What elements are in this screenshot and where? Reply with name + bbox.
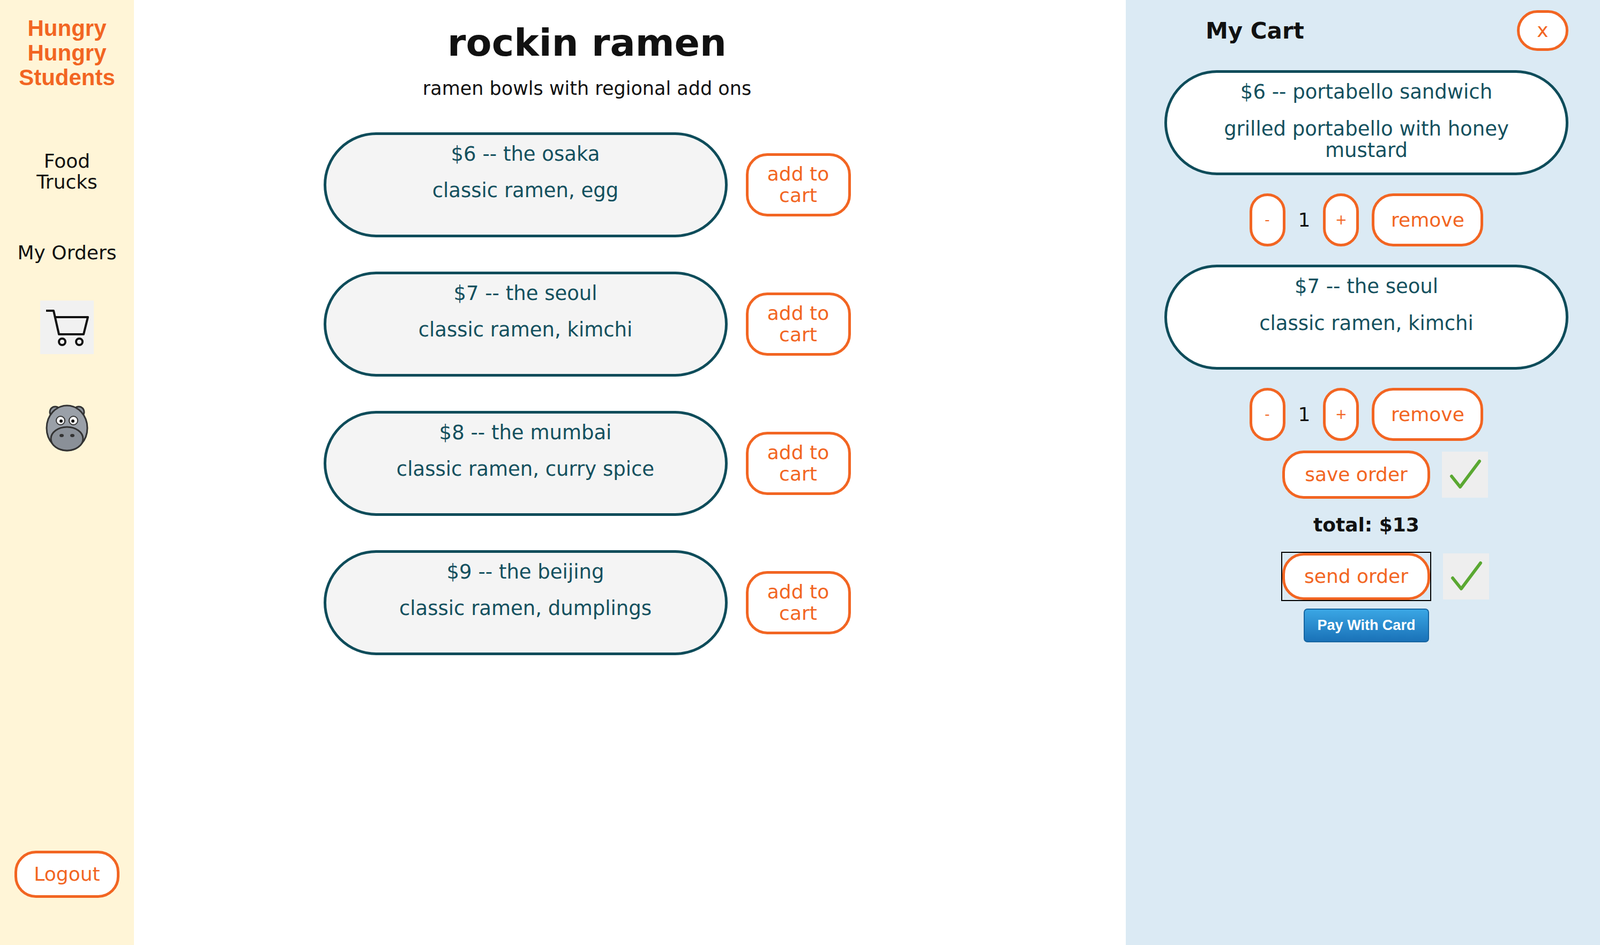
item-details: classic ramen, dumplings: [399, 597, 652, 620]
menu-item: $7 -- the seoul classic ramen, kimchi: [323, 271, 728, 377]
item-title: $6 -- portabello sandwich: [1240, 81, 1493, 104]
quantity: 1: [1298, 403, 1311, 426]
quantity-controls: -1 +remove: [1164, 387, 1569, 441]
order-total: total: $13: [1164, 513, 1569, 536]
menu-item: $9 -- the beijing classic ramen, dumpling…: [323, 550, 728, 656]
decrease-button[interactable]: -: [1249, 193, 1286, 247]
close-button[interactable]: x: [1516, 10, 1569, 51]
item-title: $7 -- the seoul: [453, 282, 597, 305]
add-to-cart-button[interactable]: add to cart: [745, 292, 851, 356]
item-details: grilled portabello with honey mustard: [1188, 118, 1545, 162]
add-to-cart-button[interactable]: add to cart: [745, 571, 851, 635]
menu-row: $7 -- the seoul classic ramen, kimchi add …: [323, 271, 851, 377]
hippo-icon[interactable]: [40, 401, 94, 455]
menu-item: $6 -- the osaka classic ramen, egg: [323, 132, 728, 238]
truck-menu: rockin ramen ramen bowls with regional ad…: [133, 0, 1126, 945]
send-focus-ring: send order: [1281, 551, 1432, 602]
cart-icon[interactable]: [40, 300, 94, 355]
truck-description: ramen bowls with regional add ons: [422, 77, 752, 100]
menu-item: $8 -- the mumbai classic ramen, curry spi…: [323, 410, 728, 517]
sidebar-item[interactable]: My Orders: [17, 242, 117, 264]
cart-panel: My Cart x $6 -- portabello sandwich grilled…: [1125, 0, 1600, 945]
send-row: send order: [1164, 551, 1569, 602]
add-to-cart-button[interactable]: add to cart: [745, 153, 851, 217]
remove-button[interactable]: remove: [1371, 387, 1484, 441]
item-title: $6 -- the osaka: [451, 143, 601, 166]
item-details: classic ramen, egg: [432, 180, 619, 203]
check-icon: [1443, 553, 1490, 600]
save-order-button[interactable]: save order: [1282, 450, 1431, 499]
send-order-button[interactable]: send order: [1282, 552, 1431, 601]
cart-item: $7 -- the seoul classic ramen, kimchi: [1164, 264, 1569, 370]
pay-with-card-button[interactable]: Pay With Card: [1303, 608, 1430, 643]
brand-logo[interactable]: Hungry Hungry Students: [5, 16, 129, 91]
increase-button[interactable]: +: [1322, 387, 1359, 441]
sidebar: Hungry Hungry Students Food Trucks My Orde…: [0, 0, 134, 945]
sidebar-item[interactable]: Food Trucks: [13, 150, 121, 193]
item-title: $7 -- the seoul: [1294, 275, 1439, 298]
pay-row: Pay With Card: [1164, 608, 1569, 643]
item-details: classic ramen, kimchi: [418, 319, 633, 342]
cart-item: $6 -- portabello sandwich grilled portabe…: [1164, 70, 1569, 176]
cart-header: My Cart x: [1164, 10, 1569, 51]
item-details: classic ramen, curry spice: [396, 458, 655, 481]
menu-list: $6 -- the osaka classic ramen, egg add to …: [323, 132, 851, 656]
menu-row: $9 -- the beijing classic ramen, dumpling…: [323, 550, 851, 656]
increase-button[interactable]: +: [1322, 193, 1359, 247]
logout-button[interactable]: Logout: [14, 850, 120, 899]
item-details: classic ramen, kimchi: [1259, 312, 1474, 335]
remove-button[interactable]: remove: [1371, 193, 1484, 247]
check-icon: [1441, 451, 1489, 498]
save-row: save order: [1164, 450, 1569, 499]
decrease-button[interactable]: -: [1249, 387, 1286, 441]
quantity: 1: [1298, 208, 1311, 231]
add-to-cart-button[interactable]: add to cart: [745, 431, 851, 496]
cart-title: My Cart: [1205, 17, 1305, 44]
truck-title: rockin ramen: [447, 21, 727, 65]
item-title: $9 -- the beijing: [446, 561, 605, 584]
quantity-controls: -1 +remove: [1164, 193, 1569, 247]
menu-row: $6 -- the osaka classic ramen, egg add to …: [323, 132, 851, 238]
item-title: $8 -- the mumbai: [439, 422, 612, 445]
menu-row: $8 -- the mumbai classic ramen, curry spi…: [323, 410, 851, 517]
